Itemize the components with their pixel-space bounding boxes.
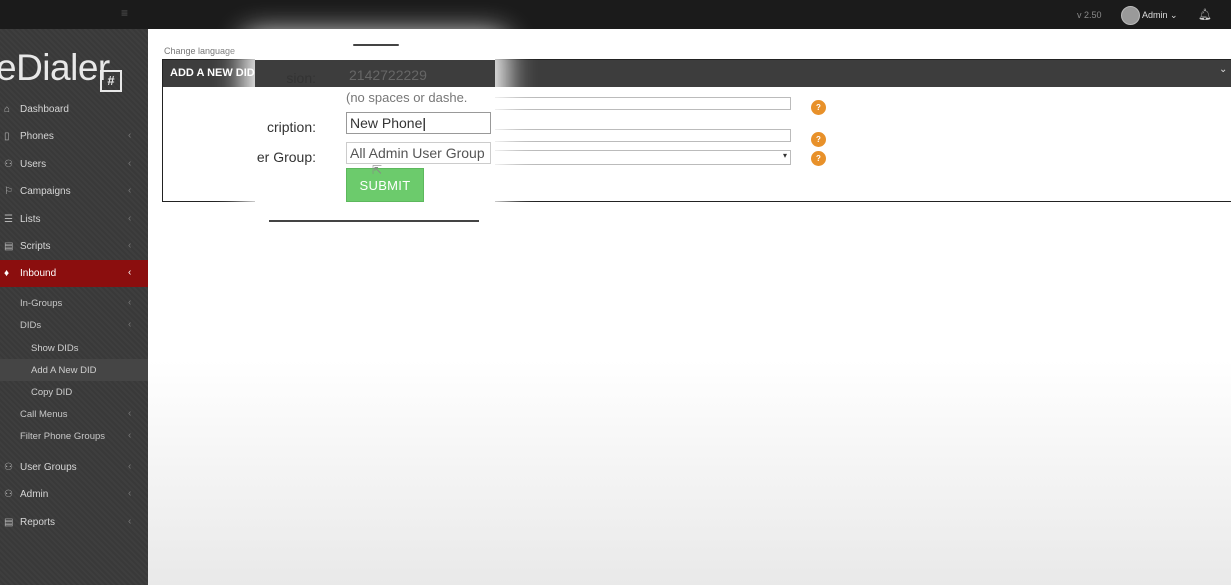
sidebar-item-label: Phones [20, 131, 54, 142]
chevron-left-icon: ‹ [128, 319, 132, 330]
chevron-left-icon: ‹ [128, 430, 132, 441]
extension-input[interactable]: 2142722229 [346, 65, 491, 87]
description-input[interactable]: New Phone| [346, 112, 491, 134]
chevron-left-icon: ‹ [128, 488, 132, 499]
sidebar-item-label: Users [20, 159, 47, 170]
logo-hash-box: # [100, 70, 122, 92]
sidebar-subitem-call-menus[interactable]: Call Menus ‹ [0, 403, 148, 425]
submit-button[interactable]: SUBMIT [346, 168, 424, 202]
sidebar-item-label: User Groups [20, 462, 77, 473]
sidebar-item-phones[interactable]: ▯ Phones ‹ [0, 123, 148, 150]
sidebar-item-label: Reports [20, 517, 56, 528]
text-caret: | [422, 115, 427, 131]
list-icon: ☰ [4, 214, 13, 225]
description-field-underlay[interactable] [490, 129, 791, 142]
sidebar-item-label: Dashboard [20, 104, 69, 115]
chevron-left-icon: ‹ [128, 267, 132, 278]
sidebar-item-label: Campaigns [20, 186, 71, 197]
help-icon-extension[interactable]: ? [811, 100, 826, 115]
sidebar-subitem-filter-phone-groups[interactable]: Filter Phone Groups ‹ [0, 425, 148, 447]
report-icon: ▤ [4, 517, 14, 528]
chevron-down-icon: ▾ [782, 151, 787, 160]
avatar[interactable] [1121, 6, 1140, 25]
version-label: v 2.50 [1077, 10, 1102, 20]
magnifier-edge [353, 44, 399, 46]
zoom-magnifier: sion: 2142722229 (no spaces or dashe. cr… [255, 44, 495, 222]
panel-title: ADD A NEW DID [170, 67, 255, 79]
user-group-select[interactable]: All Admin User Group [346, 142, 491, 164]
mouse-cursor-icon: ⇱ [372, 163, 383, 177]
flag-icon: ⚐ [4, 186, 13, 197]
sidebar-subitem-show-dids[interactable]: Show DIDs [0, 337, 148, 359]
help-icon-user-group[interactable]: ? [811, 151, 826, 166]
sidebar-item-scripts[interactable]: ▤ Scripts ‹ [0, 233, 148, 260]
sidebar-item-reports[interactable]: ▤ Reports ‹ [0, 509, 148, 536]
chevron-left-icon: ‹ [128, 461, 132, 472]
change-language-link[interactable]: Change language [164, 46, 235, 56]
sidebar-item-label: DIDs [20, 320, 42, 331]
sidebar-item-label: In-Groups [20, 298, 63, 309]
chevron-left-icon: ‹ [128, 158, 132, 169]
extension-label: sion: [286, 70, 316, 86]
sidebar-item-users[interactable]: ⚇ Users ‹ [0, 151, 148, 178]
bell-icon[interactable]: 🔔︎ [1198, 8, 1212, 21]
admin-user-menu[interactable]: Admin ⌄ [1142, 10, 1178, 21]
magnifier-edge-bottom [269, 220, 479, 222]
description-value: New Phone [350, 115, 423, 131]
sidebar-subitem-in-groups[interactable]: In-Groups ‹ [0, 292, 148, 314]
help-icon-description[interactable]: ? [811, 132, 826, 147]
user-group-icon: ⚇ [4, 462, 13, 473]
home-icon: ⌂ [4, 104, 11, 115]
sidebar-item-dashboard[interactable]: ⌂ Dashboard [0, 96, 148, 123]
sidebar-subitem-add-new-did[interactable]: Add A New DID [0, 359, 148, 381]
sidebar-item-label: Scripts [20, 241, 51, 252]
logo: eDialer [0, 47, 110, 88]
sidebar: eDialer # ⌂ Dashboard ▯ Phones ‹ ⚇ Users… [0, 29, 148, 585]
sidebar-item-label: Inbound [20, 268, 57, 279]
user-group-select-underlay[interactable]: ▾ [490, 150, 791, 165]
chevron-left-icon: ‹ [128, 516, 132, 527]
extension-hint: (no spaces or dashe. [346, 90, 468, 105]
content-background [148, 360, 1231, 585]
user-icon: ⚇ [4, 159, 13, 170]
chevron-left-icon: ‹ [128, 130, 132, 141]
sidebar-item-campaigns[interactable]: ⚐ Campaigns ‹ [0, 178, 148, 205]
chevron-left-icon: ‹ [128, 408, 132, 419]
sidebar-item-admin[interactable]: ⚇ Admin ‹ [0, 481, 148, 508]
chevron-left-icon: ‹ [128, 185, 132, 196]
phone-icon: ▯ [4, 131, 10, 142]
sidebar-subitem-dids[interactable]: DIDs ‹ [0, 314, 148, 336]
sidebar-item-inbound[interactable]: ♦ Inbound ‹ [0, 260, 148, 287]
chevron-left-icon: ‹ [128, 213, 132, 224]
extension-field-underlay[interactable] [490, 97, 791, 110]
sidebar-subitem-copy-did[interactable]: Copy DID [0, 381, 148, 403]
chevron-left-icon: ‹ [128, 240, 132, 251]
sidebar-item-label: Filter Phone Groups [20, 431, 106, 442]
admin-icon: ⚇ [4, 489, 13, 500]
sidebar-item-label: Show DIDs [31, 343, 79, 354]
top-bar: ≡ v 2.50 Admin ⌄ 🔔︎ [0, 0, 1231, 29]
sidebar-item-label: Lists [20, 214, 41, 225]
sidebar-item-label: Add A New DID [31, 365, 97, 376]
sidebar-item-label: Call Menus [20, 409, 68, 420]
file-icon: ▤ [4, 241, 14, 252]
sidebar-item-lists[interactable]: ☰ Lists ‹ [0, 206, 148, 233]
description-label: cription: [266, 119, 316, 135]
sidebar-item-label: Copy DID [31, 387, 73, 398]
hamburger-icon[interactable]: ≡ [121, 7, 133, 19]
sidebar-item-label: Admin [20, 489, 49, 500]
user-group-label: er Group: [256, 149, 316, 165]
sidebar-item-user-groups[interactable]: ⚇ User Groups ‹ [0, 454, 148, 481]
chevron-left-icon: ‹ [128, 297, 132, 308]
chevron-down-icon[interactable]: ⌄ [1219, 64, 1227, 75]
diamond-icon: ♦ [4, 268, 10, 279]
